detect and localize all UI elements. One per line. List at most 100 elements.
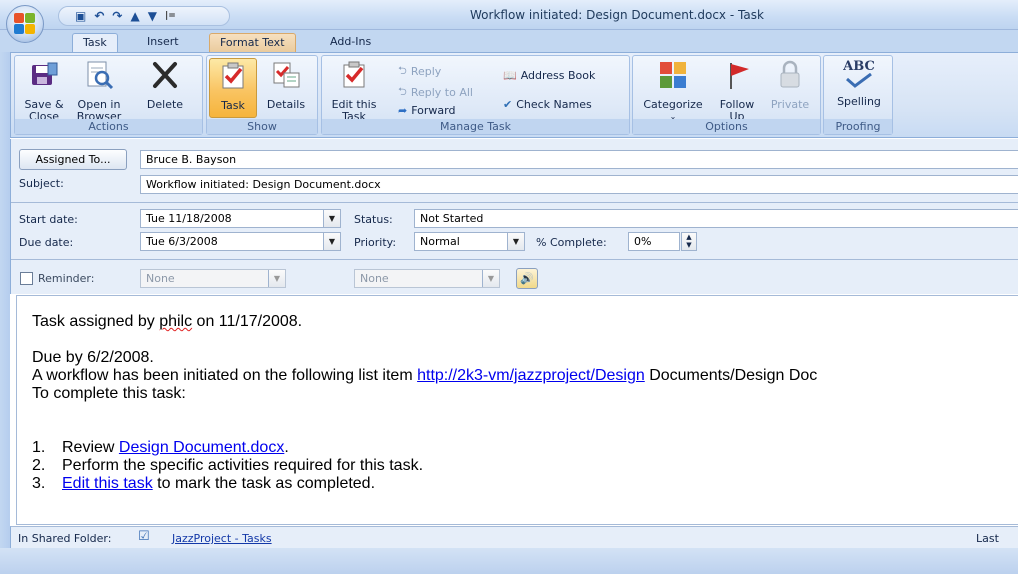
save-icon[interactable]: ▣ xyxy=(75,10,86,22)
body-due-line: Due by 6/2/2008. xyxy=(32,349,154,366)
assigned-to-field[interactable]: Bruce B. Bayson xyxy=(140,150,1018,169)
priority-field[interactable]: Normal ▼ xyxy=(414,232,525,251)
task-view-button[interactable]: Task xyxy=(209,58,257,118)
reminder-sound-icon[interactable]: 🔊 xyxy=(516,268,538,289)
abc-text: ABC xyxy=(843,59,875,74)
assigned-to-button[interactable]: Assigned To... xyxy=(19,149,127,170)
window-frame-left xyxy=(0,52,10,548)
address-book-icon: 📖 xyxy=(503,69,517,82)
categorize-button[interactable]: Categorize ⌄ xyxy=(637,59,709,123)
shared-folder-link[interactable]: JazzProject - Tasks xyxy=(172,532,272,545)
reminder-date-dropdown-icon[interactable]: ▼ xyxy=(268,270,285,287)
actions-group-label: Actions xyxy=(15,119,202,134)
step-text: Perform the specific activities required… xyxy=(62,457,424,474)
actions-group: Save & Close Open in Browser Delete Acti… xyxy=(14,55,203,135)
spelling-label: Spelling xyxy=(837,95,881,108)
forward-button[interactable]: ➦ Forward xyxy=(398,104,455,117)
due-date-field[interactable]: Tue 6/3/2008 ▼ xyxy=(140,232,341,251)
details-button[interactable]: Details xyxy=(261,59,311,111)
delete-icon xyxy=(153,62,177,88)
redo-icon[interactable]: ↷ xyxy=(112,10,122,22)
workflow-link[interactable]: http://2k3-vm/jazzproject/Design xyxy=(417,367,645,384)
percent-spinner-icon[interactable]: ▲ ▼ xyxy=(681,232,697,251)
body-line-assigned: Task assigned by philc on 11/17/2008. xyxy=(32,313,1018,331)
body-workflow-suffix: Documents/Design Doc xyxy=(644,367,818,384)
start-date-label: Start date: xyxy=(19,213,78,226)
previous-icon[interactable]: ▲ xyxy=(130,10,139,22)
reminder-time-dropdown-icon[interactable]: ▼ xyxy=(482,270,499,287)
ribbon: Save & Close Open in Browser Delete Acti… xyxy=(10,52,1018,138)
percent-complete-label: % Complete: xyxy=(536,236,607,249)
private-button[interactable]: Private xyxy=(765,59,815,111)
forward-label: Forward xyxy=(411,104,456,117)
categorize-label: Categorize xyxy=(643,98,703,111)
due-date-value: Tue 6/3/2008 xyxy=(146,235,218,248)
edit-task-button[interactable]: Edit this Task xyxy=(328,59,380,123)
reminder-label: Reminder: xyxy=(38,272,95,285)
due-date-label: Due date: xyxy=(19,236,74,249)
list-item: 3. Edit this task to mark the task as com… xyxy=(32,475,1018,493)
window-bottom-frame xyxy=(0,548,1018,574)
subject-field[interactable]: Workflow initiated: Design Document.docx xyxy=(140,175,1018,194)
status-field[interactable]: Not Started xyxy=(414,209,1018,228)
edit-task-icon xyxy=(343,61,365,88)
due-date-dropdown-icon[interactable]: ▼ xyxy=(323,233,340,250)
save-close-button[interactable]: Save & Close xyxy=(21,59,67,123)
save-close-icon xyxy=(32,62,58,85)
step-number: 2. xyxy=(32,457,46,474)
step-suffix: to mark the task as completed. xyxy=(152,475,376,492)
task-body[interactable]: Task assigned by philc on 11/17/2008. Du… xyxy=(16,295,1018,525)
tab-insert[interactable]: Insert xyxy=(137,33,189,52)
check-names-button[interactable]: ✔ Check Names xyxy=(503,98,592,111)
list-item: 2. Perform the specific activities requir… xyxy=(32,457,1018,475)
show-group: Task Details Show xyxy=(206,55,318,135)
status-bar: In Shared Folder: ☑ JazzProject - Tasks … xyxy=(10,526,1018,558)
open-in-browser-icon xyxy=(87,61,114,90)
customize-qat-icon[interactable]: |= xyxy=(165,11,176,21)
details-label: Details xyxy=(266,98,306,111)
reply-to-all-label: Reply to All xyxy=(410,86,473,99)
tab-task[interactable]: Task xyxy=(72,33,118,52)
edit-this-task-link[interactable]: Edit this task xyxy=(62,475,153,492)
start-date-dropdown-icon[interactable]: ▼ xyxy=(323,210,340,227)
delete-button[interactable]: Delete xyxy=(141,59,189,111)
tab-add-ins[interactable]: Add-Ins xyxy=(320,33,381,52)
reply-to-all-button[interactable]: ⮌ Reply to All xyxy=(398,83,473,102)
check-names-label: Check Names xyxy=(516,98,592,111)
spelling-icon: ABC xyxy=(843,59,875,91)
reminder-checkbox[interactable] xyxy=(20,272,33,285)
design-document-link[interactable]: Design Document.docx xyxy=(119,439,284,456)
priority-dropdown-icon[interactable]: ▼ xyxy=(507,233,524,250)
reply-icon: ⮌ xyxy=(398,64,407,77)
reminder-time-value: None xyxy=(360,272,389,285)
reply-button[interactable]: ⮌ Reply xyxy=(398,62,441,81)
address-book-button[interactable]: 📖 Address Book xyxy=(503,69,595,82)
step-number: 1. xyxy=(32,439,46,456)
office-button[interactable] xyxy=(6,5,44,43)
body-spacer-2 xyxy=(32,403,1018,439)
reminder-date-value: None xyxy=(146,272,175,285)
quick-access-toolbar: ▣ ↶ ↷ ▲ ▼ |= xyxy=(58,6,230,26)
task-steps-list: 1. Review Design Document.docx. 2. Perform… xyxy=(32,439,1018,493)
undo-icon[interactable]: ↶ xyxy=(94,10,104,22)
body-spacer xyxy=(32,331,1018,349)
open-in-browser-button[interactable]: Open in Browser xyxy=(71,59,127,123)
show-group-label: Show xyxy=(207,119,317,134)
percent-complete-field[interactable]: 0% xyxy=(628,232,680,251)
lock-icon xyxy=(780,60,800,88)
reminder-date-field[interactable]: None ▼ xyxy=(140,269,286,288)
reminder-time-field[interactable]: None ▼ xyxy=(354,269,500,288)
private-label: Private xyxy=(770,98,810,111)
tab-format-text[interactable]: Format Text xyxy=(209,33,296,52)
next-icon[interactable]: ▼ xyxy=(148,10,157,22)
start-date-field[interactable]: Tue 11/18/2008 ▼ xyxy=(140,209,341,228)
task-icon xyxy=(222,62,244,89)
form-separator-2 xyxy=(11,259,1018,260)
follow-up-button[interactable]: Follow Up xyxy=(713,59,761,123)
tasks-folder-icon: ☑ xyxy=(138,529,150,544)
window-title: Workflow initiated: Design Document.docx… xyxy=(470,8,764,22)
flag-icon xyxy=(730,63,749,89)
start-date-value: Tue 11/18/2008 xyxy=(146,212,232,225)
step-number: 3. xyxy=(32,475,46,492)
spelling-button[interactable]: ABC Spelling xyxy=(830,59,888,108)
